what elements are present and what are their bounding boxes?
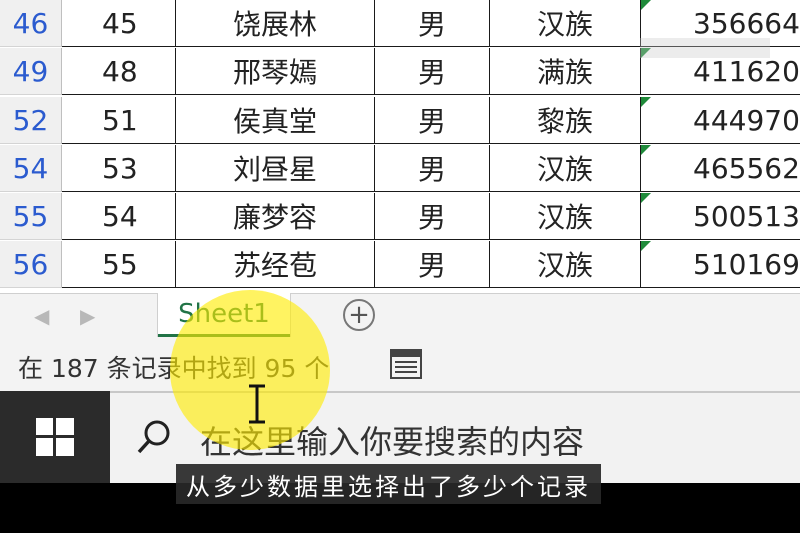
cell-ethnicity[interactable]: 黎族 bbox=[490, 97, 641, 144]
cell-id[interactable]: 55 bbox=[62, 241, 176, 288]
cell-number[interactable]: 5101692 bbox=[641, 241, 800, 288]
cell-number[interactable]: 5005132 bbox=[641, 193, 800, 240]
cell-id[interactable]: 45 bbox=[62, 0, 176, 47]
error-indicator-icon bbox=[641, 0, 651, 10]
plus-circle-icon: + bbox=[348, 300, 370, 330]
chevron-right-icon[interactable]: ▶ bbox=[80, 304, 95, 328]
error-indicator-icon bbox=[641, 241, 651, 251]
chevron-left-icon[interactable]: ◀ bbox=[34, 304, 49, 328]
cell-ethnicity[interactable]: 汉族 bbox=[490, 241, 641, 288]
error-indicator-icon bbox=[641, 193, 651, 203]
cell-id[interactable]: 51 bbox=[62, 97, 176, 144]
sheet-tab-bar: ◀ ▶ Sheet1 + bbox=[0, 293, 800, 340]
cell-gender[interactable]: 男 bbox=[375, 97, 490, 144]
cell-number-text: 5101692 bbox=[693, 247, 800, 281]
cell-number-text: 4116202 bbox=[693, 54, 800, 88]
cell-gender[interactable]: 男 bbox=[375, 48, 490, 95]
add-sheet-button[interactable]: + bbox=[343, 299, 375, 331]
row-header[interactable]: 49 bbox=[0, 48, 62, 95]
video-subtitle: 从多少数据里选择出了多少个记录 bbox=[176, 464, 601, 504]
cell-gender[interactable]: 男 bbox=[375, 145, 490, 192]
tab-sheet1[interactable]: Sheet1 bbox=[158, 293, 290, 337]
filter-list-icon[interactable] bbox=[390, 349, 422, 379]
cell-number[interactable]: 4655622 bbox=[641, 145, 800, 192]
cell-ethnicity[interactable]: 汉族 bbox=[490, 145, 641, 192]
status-bar: 在 187 条记录中找到 95 个 bbox=[0, 339, 800, 391]
cell-number-text: 5005132 bbox=[693, 199, 800, 233]
filter-status-text: 在 187 条记录中找到 95 个 bbox=[18, 354, 330, 383]
text-cursor-icon bbox=[249, 384, 265, 424]
cell-id[interactable]: 54 bbox=[62, 193, 176, 240]
cell-name[interactable]: 苏经苞 bbox=[176, 241, 375, 288]
cell-gender[interactable]: 男 bbox=[375, 0, 490, 47]
cell-name[interactable]: 饶展林 bbox=[176, 0, 375, 47]
search-icon bbox=[137, 420, 170, 454]
cell-number-text: 3566642 bbox=[693, 6, 800, 40]
start-button[interactable] bbox=[0, 391, 110, 483]
watermark bbox=[640, 38, 770, 58]
row-header[interactable]: 55 bbox=[0, 193, 62, 240]
cell-name[interactable]: 刘昼星 bbox=[176, 145, 375, 192]
cell-name[interactable]: 廉梦容 bbox=[176, 193, 375, 240]
cell-id[interactable]: 53 bbox=[62, 145, 176, 192]
cell-ethnicity[interactable]: 汉族 bbox=[490, 193, 641, 240]
windows-logo-icon bbox=[36, 418, 74, 456]
error-indicator-icon bbox=[641, 97, 651, 107]
cell-gender[interactable]: 男 bbox=[375, 193, 490, 240]
cell-number-text: 4449702 bbox=[693, 103, 800, 137]
row-header[interactable]: 54 bbox=[0, 145, 62, 192]
cell-number[interactable]: 4449702 bbox=[641, 97, 800, 144]
cell-gender[interactable]: 男 bbox=[375, 241, 490, 288]
error-indicator-icon bbox=[641, 145, 651, 155]
row-header[interactable]: 46 bbox=[0, 0, 62, 47]
row-header[interactable]: 52 bbox=[0, 97, 62, 144]
spreadsheet-grid[interactable]: 4645饶展林男汉族35666424948邢琴嫣男满族41162025251侯真… bbox=[0, 0, 800, 293]
cell-id[interactable]: 48 bbox=[62, 48, 176, 95]
cell-name[interactable]: 侯真堂 bbox=[176, 97, 375, 144]
row-header[interactable]: 56 bbox=[0, 241, 62, 288]
cell-name[interactable]: 邢琴嫣 bbox=[176, 48, 375, 95]
cell-number-text: 4655622 bbox=[693, 151, 800, 185]
cell-ethnicity[interactable]: 满族 bbox=[490, 48, 641, 95]
cell-ethnicity[interactable]: 汉族 bbox=[490, 0, 641, 47]
